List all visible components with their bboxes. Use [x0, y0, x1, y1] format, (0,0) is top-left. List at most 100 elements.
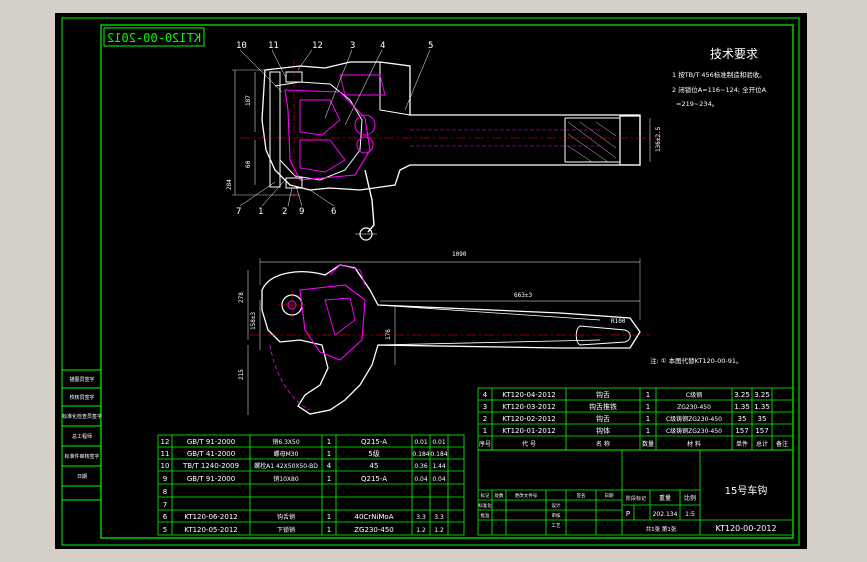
side-label-6: 日期 — [77, 474, 87, 480]
dim-187: 187 — [245, 95, 252, 106]
dim-1090: 1090 — [452, 251, 467, 258]
dim-663: 663±3 — [514, 292, 532, 299]
callout-3: 3 — [350, 41, 355, 51]
lower-bom-cell-w1: 0.04 — [414, 476, 428, 483]
upper-bom-header-qty: 数量 — [642, 440, 654, 448]
rev-label-2: 处数 — [495, 492, 504, 499]
side-label-1: 描图员签字 — [69, 376, 94, 383]
mirrored-code-text: KT120-00-2012 — [107, 31, 201, 45]
tech-line-2: 2 闭锁位A=116~124; 全开位A — [672, 85, 767, 94]
tech-title: 技术要求 — [710, 47, 758, 61]
upper-bom-cell-w1: 35 — [738, 415, 747, 423]
lower-bom-cell-no: 10 — [161, 462, 170, 470]
role-label-2: 审核 — [552, 512, 561, 519]
lower-bom-cell-no: 12 — [161, 438, 170, 446]
side-label-3: 标准化检查员签字 — [62, 413, 102, 420]
role-label-5: 批准 — [481, 512, 490, 519]
dim-158: 158±3 — [250, 312, 257, 330]
upper-bom-cell-qty: 1 — [646, 403, 650, 411]
callout-6: 6 — [331, 207, 336, 217]
lower-bom-cell-qty: 1 — [327, 438, 331, 446]
upper-bom-cell-name: 钩体 — [596, 426, 610, 435]
lower-bom-cell-name: 螺母M30 — [274, 450, 299, 458]
lower-bom-cell-code: KT120-05-2012 — [184, 526, 237, 534]
lower-bom-cell-name: 销10X80 — [273, 475, 299, 483]
dim-136: 136±2.5 — [655, 126, 662, 152]
upper-bom-cell-name: 钩舌推铁 — [589, 402, 617, 411]
lower-bom-cell-code: GB/T 91-2000 — [187, 438, 235, 446]
callout-11: 11 — [268, 41, 279, 51]
scale-label: 比例 — [684, 494, 696, 502]
lower-bom-cell-w2: 0.184 — [430, 451, 447, 458]
upper-bom-cell-no: 2 — [483, 415, 487, 423]
callout-7: 7 — [236, 207, 241, 217]
lower-bom-cell-mat: Q215-A — [361, 475, 387, 483]
lower-bom-cell-code: GB/T 41-2000 — [187, 450, 235, 458]
lower-bom-cell-w2: 0.04 — [432, 476, 446, 483]
lower-bom-cell-code: GB/T 91-2000 — [187, 475, 235, 483]
role-label-1: 设计 — [552, 502, 561, 509]
lower-bom-cell-mat: 5级 — [368, 449, 379, 458]
product-name: 15号车钩 — [725, 484, 768, 497]
weight-label: 重量 — [659, 494, 671, 502]
lower-bom-cell-w1: 0.36 — [414, 463, 428, 470]
lower-bom-cell-w2: 3.3 — [434, 514, 444, 521]
lower-bom-cell-name: 下锁销 — [277, 526, 295, 534]
upper-bom-cell-mat: ZG230-450 — [677, 404, 711, 411]
upper-bom-header-no: 序号 — [479, 440, 491, 448]
callout-4: 4 — [380, 41, 385, 51]
upper-bom-cell-mat: C级铸钢ZG230-450 — [666, 415, 722, 423]
side-label-2: 校核员签字 — [69, 394, 94, 401]
upper-bom-header-remark: 备注 — [776, 440, 788, 448]
stage-value: P — [626, 510, 630, 518]
tech-line-3: =219~234。 — [676, 100, 718, 108]
side-label-4: 总工程师 — [72, 433, 92, 440]
callout-9: 9 — [299, 207, 304, 217]
drawing-note: 注: ① 本图代替KT120-00-91。 — [650, 356, 743, 365]
dim-r100: R100 — [611, 318, 626, 325]
lower-bom-cell-qty: 1 — [327, 450, 331, 458]
lower-bom-cell-no: 11 — [161, 450, 170, 458]
lower-bom-cell-mat: Q215-A — [361, 438, 387, 446]
lower-bom-cell-no: 9 — [163, 475, 167, 483]
callout-1: 1 — [258, 207, 263, 217]
lower-bom-cell-mat: 45 — [370, 462, 379, 470]
lower-bom-cell-w1: 1.2 — [416, 527, 426, 534]
dim-278: 278 — [238, 292, 245, 303]
scale-value: 1:5 — [685, 511, 695, 518]
sheet-count: 共1张 第1张 — [646, 525, 677, 533]
lower-bom-cell-qty: 1 — [327, 513, 331, 521]
lower-bom-cell-qty: 1 — [327, 526, 331, 534]
upper-bom-cell-name: 钩舌 — [596, 390, 610, 399]
lower-bom-cell-w2: 0.01 — [432, 439, 446, 446]
dim-176: 176 — [385, 329, 392, 340]
lower-bom-cell-code: TB/T 1240-2009 — [182, 462, 239, 470]
upper-bom-cell-qty: 1 — [646, 415, 650, 423]
cad-canvas[interactable]: KT120-00-2012 描图员签字 校核员签字 标准化检查员签字 总工程师 … — [0, 0, 867, 562]
callout-12: 12 — [312, 41, 323, 51]
upper-bom-cell-qty: 1 — [646, 391, 650, 399]
lower-bom-cell-no: 6 — [163, 513, 168, 521]
lower-bom-cell-w1: 0.184 — [412, 451, 429, 458]
lower-bom-cell-code: KT120-06-2012 — [184, 513, 237, 521]
lower-bom-cell-no: 5 — [163, 526, 167, 534]
lower-bom-cell-w1: 0.01 — [414, 439, 428, 446]
upper-bom-cell-w2: 1.35 — [754, 403, 770, 411]
dim-284: 284 — [226, 179, 233, 190]
upper-bom-header-name: 名 称 — [596, 440, 610, 448]
lower-bom-cell-w1: 3.3 — [416, 514, 426, 521]
upper-bom-header-mat: 材 料 — [687, 440, 701, 448]
upper-bom-cell-mat: C级钢 — [686, 391, 702, 399]
lower-bom-cell-mat: 40CrNiMoA — [355, 513, 394, 521]
role-label-4: 标准化 — [478, 502, 492, 509]
dim-60: 60 — [245, 160, 252, 168]
callout-5: 5 — [428, 41, 433, 51]
upper-bom-cell-w2: 35 — [758, 415, 767, 423]
upper-bom-header-w2: 总计 — [756, 440, 768, 448]
drawing-number: KT120-00-2012 — [715, 524, 776, 533]
side-label-5: 标准件审核签字 — [64, 453, 99, 460]
upper-bom-cell-no: 4 — [483, 391, 488, 399]
rev-label-3: 更改文件号 — [515, 492, 538, 499]
upper-bom-cell-no: 1 — [483, 427, 487, 435]
lower-bom-cell-qty: 1 — [327, 475, 331, 483]
